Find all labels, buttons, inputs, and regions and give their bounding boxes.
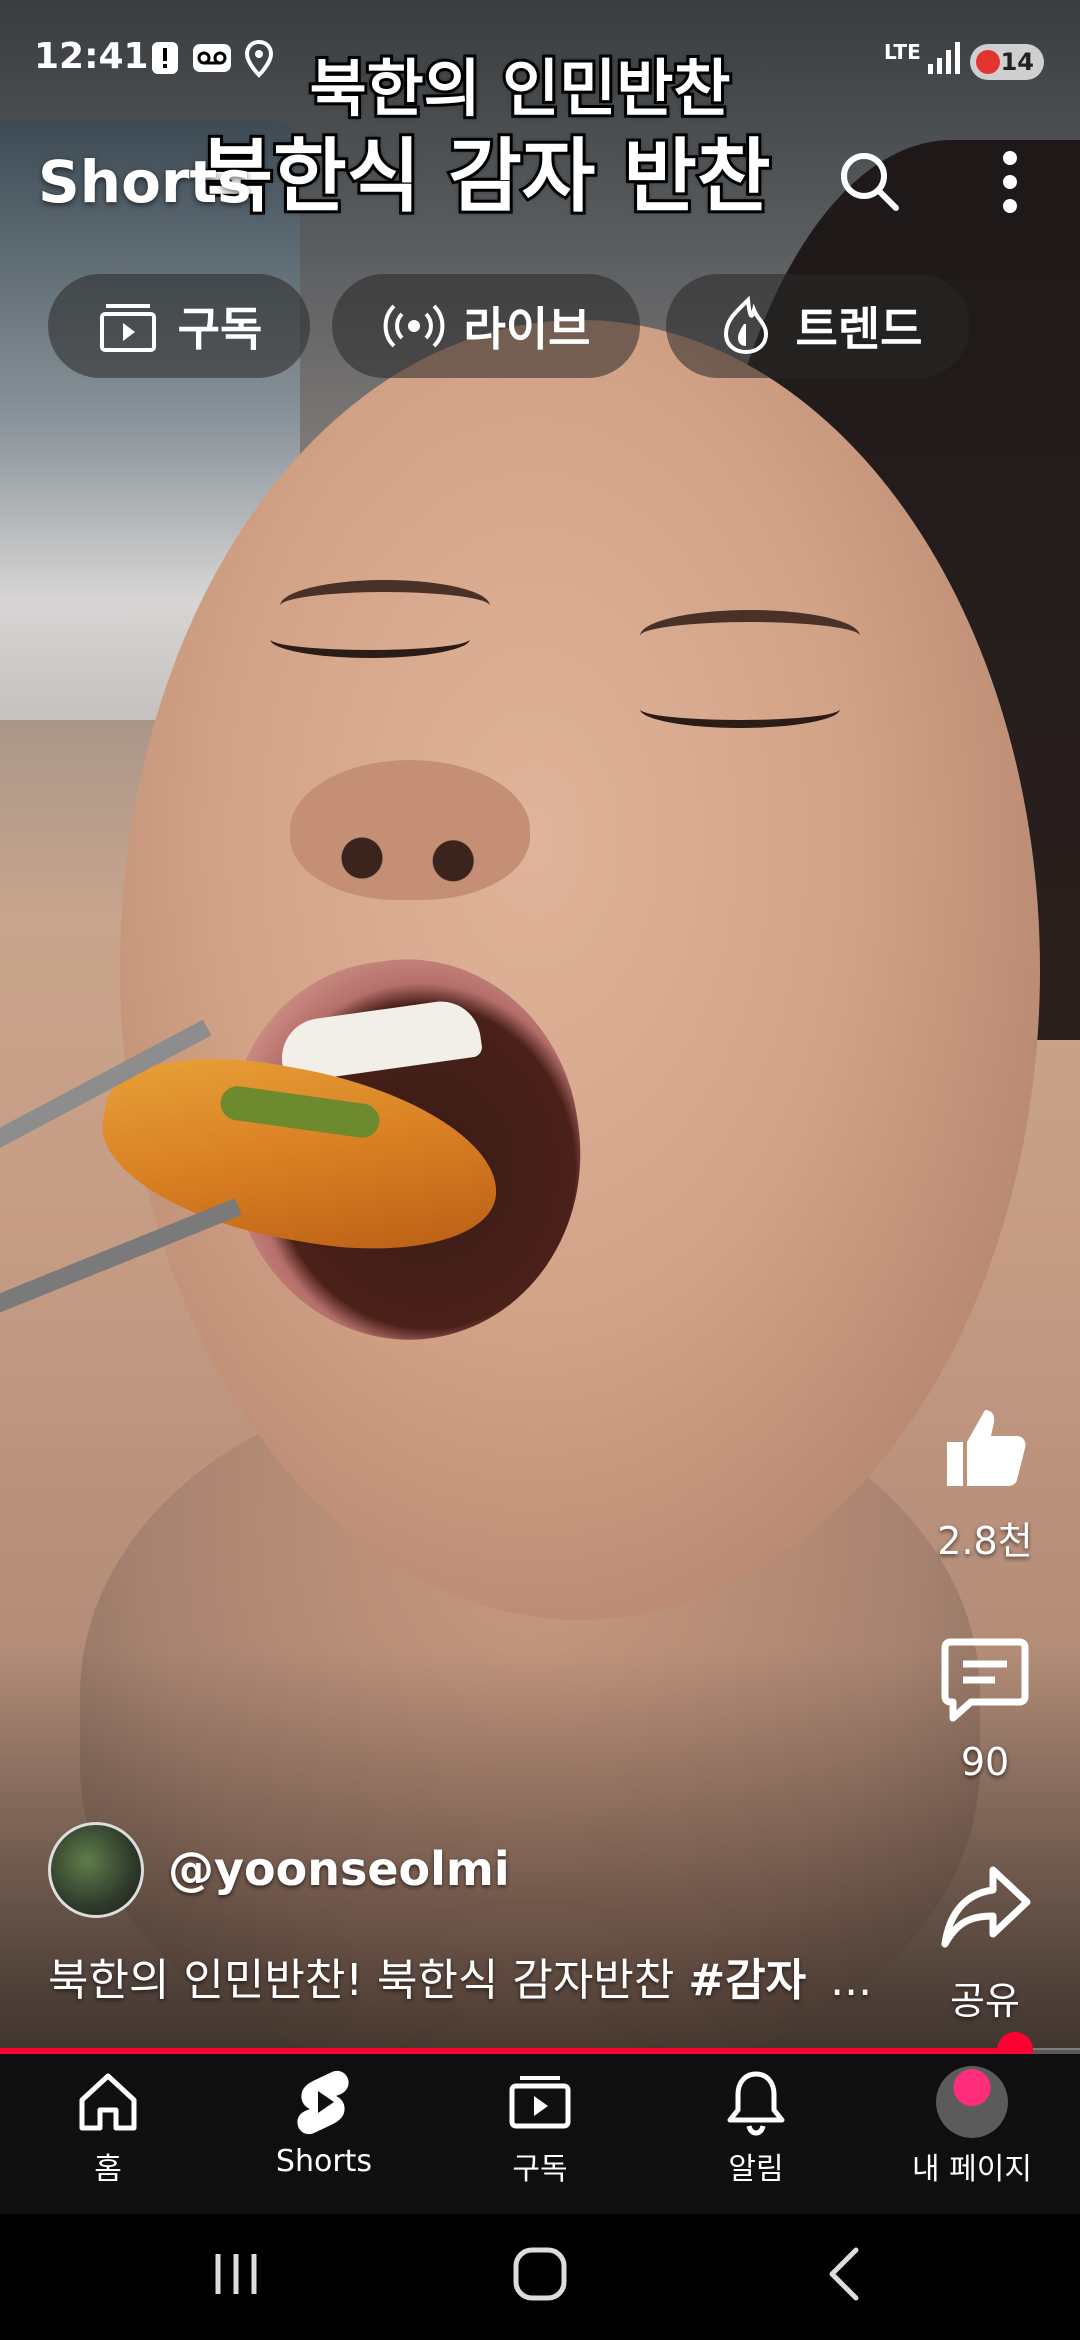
page-title: Shorts [38,148,252,216]
nav-label: Shorts [275,2144,373,2179]
battery-indicator: 14 [970,44,1044,80]
search-button[interactable] [830,142,910,222]
nav-label: 홈 [94,2152,122,2187]
nav-label: 알림 [728,2152,784,2187]
video-caption[interactable]: 북한의 인민반찬! 북한식 감자반찬 #감자... [48,1944,888,2008]
caption-hashtag[interactable]: #감자 [688,1955,806,2006]
recents-button[interactable] [176,2234,296,2314]
search-icon [841,153,899,211]
voicemail-icon [192,40,232,80]
caption-more[interactable]: ... [830,1955,872,2006]
share-icon [941,1866,1031,1948]
channel-avatar[interactable] [48,1822,144,1918]
nav-item-subscriptions[interactable]: 구독 [432,2066,648,2188]
nav-label: 내 페이지 [912,2152,1032,2187]
bottom-navigation: 홈 Shorts 구독 알림 내 페이지 [0,2054,1080,2214]
share-label: 공유 [950,1979,1020,2023]
subscriptions-icon [99,304,156,352]
shorts-icon [297,2070,349,2135]
live-icon [383,304,444,348]
battery-saver-icon [976,50,1000,74]
thumbs-up-icon [947,1410,1026,1486]
video-face [120,320,1040,1620]
back-icon [829,2247,859,2301]
nav-item-shorts[interactable]: Shorts [216,2066,432,2179]
home-circle-icon [513,2247,567,2301]
comment-icon [941,1638,1029,1722]
channel-handle[interactable]: @yoonseolmi [168,1842,510,1896]
comment-button[interactable]: 90 [920,1630,1050,1784]
nav-item-home[interactable]: 홈 [0,2066,216,2188]
share-button[interactable]: 공유 [920,1860,1050,2025]
battery-level: 14 [1000,48,1034,76]
chip-trending[interactable]: 트렌드 [666,274,970,378]
nav-item-my-page[interactable]: 내 페이지 [864,2066,1080,2188]
bell-icon [727,2071,785,2136]
recents-icon [215,2254,257,2294]
chip-label: 라이브 [463,302,591,356]
nav-item-notifications[interactable]: 알림 [648,2066,864,2188]
comment-count: 90 [960,1740,1010,1784]
video-brow-right [640,610,860,662]
more-options-button[interactable] [990,142,1030,222]
like-count: 2.8천 [937,1519,1033,1563]
network-type: LTE [884,40,921,64]
chip-label: 구독 [177,302,263,356]
system-navigation-bar [0,2214,1080,2340]
status-bar: 12:41 LTE 14 [0,0,1080,120]
chip-label: 트렌드 [795,302,923,356]
nav-label: 구독 [512,2152,568,2187]
alert-icon [150,40,180,80]
signal-icon [926,40,960,80]
system-home-button[interactable] [480,2234,600,2314]
status-time: 12:41 [34,36,149,77]
trending-icon [723,295,768,355]
chip-live[interactable]: 라이브 [332,274,640,378]
video-eye-right [640,690,840,728]
subscriptions-icon [509,2076,571,2129]
chip-subscriptions[interactable]: 구독 [48,274,310,378]
more-vert-icon [1003,151,1017,213]
caption-text: 북한의 인민반찬! 북한식 감자반찬 [48,1955,689,2006]
profile-avatar [936,2066,1008,2138]
home-icon [79,2073,137,2131]
back-button[interactable] [784,2234,904,2314]
like-button[interactable]: 2.8천 [920,1400,1050,1565]
location-icon [244,39,274,82]
video-eye-left [270,620,470,658]
video-nose [290,760,530,900]
